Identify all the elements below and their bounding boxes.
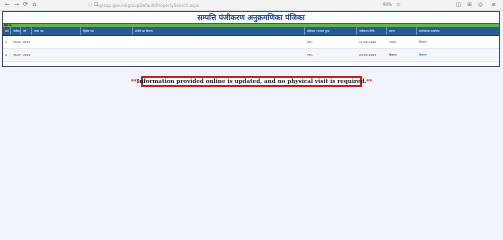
row-sno: 2 — [5, 53, 7, 57]
header-reg-no: पंजीकरण सं. — [13, 27, 21, 35]
shield-icon: ◌ — [88, 2, 93, 8]
menu-icon[interactable]: ≡ — [490, 1, 497, 9]
header-consideration: प्रतिफल / बाजार मूल्य — [305, 27, 357, 35]
row-first-party — [32, 49, 81, 61]
row-second-party — [81, 36, 133, 48]
header-year: वर्ष — [21, 27, 32, 35]
row-consideration: 25/- — [307, 40, 313, 44]
extensions-icon[interactable]: ⊞ — [466, 1, 473, 9]
header-office: उपनिबंधक कार्यालय — [419, 29, 440, 33]
table-header: क्रम पंजीकरण सं. वर्ष प्रथम पक्ष द्वितीय… — [3, 27, 499, 36]
address-bar[interactable]: ◌ ⊡ igrsup.gov.in/igrsupDefault/Property… — [88, 2, 380, 9]
row-stamp: 100/- — [389, 40, 397, 44]
report-title: सम्पत्ति पंजीकरण अनुक्रमणिका पंजिका — [3, 12, 499, 23]
row-property — [133, 36, 305, 48]
home-icon[interactable]: ⌂ — [30, 0, 39, 10]
forward-arrow-icon[interactable]: → — [12, 0, 21, 10]
row-first-party — [32, 36, 81, 48]
row-second-party — [81, 49, 133, 61]
row-year: 2021 — [23, 53, 31, 57]
row-sno: 1 — [5, 40, 7, 44]
table-row: 2 3647 2021 75/- 24-03-2021 विवरण विवरण — [3, 49, 499, 62]
row-consideration: 75/- — [307, 53, 313, 57]
info-notice: ** Information provided online is update… — [131, 76, 372, 87]
notice-suffix: ** — [366, 78, 373, 85]
zoom-level[interactable]: 90% — [383, 2, 392, 7]
back-arrow-icon[interactable]: ← — [3, 0, 12, 10]
row-year: 2021 — [23, 40, 31, 44]
header-stamp: स्टाम्प — [387, 27, 417, 35]
header-first-party: प्रथम पक्ष — [32, 27, 81, 35]
url-text: igrsup.gov.in/igrsupDefault/PropertySear… — [98, 3, 200, 8]
row-office-link[interactable]: विवरण — [417, 49, 499, 61]
table-row: 1 2524 2021 25/- 11-02-2021 100/- विवरण — [3, 36, 499, 49]
row-reg-no: 3647 — [13, 53, 21, 57]
header-date: पंजीकरण तिथि — [357, 27, 387, 35]
row-reg-no: 2524 — [13, 40, 21, 44]
report-panel: सम्पत्ति पंजीकरण अनुक्रमणिका पंजिका क्रम… — [2, 11, 500, 67]
bookmark-star-icon[interactable]: ☆ — [395, 1, 402, 9]
row-date: 24-03-2021 — [359, 53, 377, 57]
reload-icon[interactable]: ⟳ — [21, 0, 30, 10]
header-second-party: द्वितीय पक्ष — [81, 27, 133, 35]
notice-text: Information provided online is updated, … — [136, 78, 367, 85]
account-icon[interactable]: ◎ — [477, 1, 484, 9]
header-sno: क्रम — [3, 27, 11, 35]
row-stamp: विवरण — [389, 53, 397, 57]
row-office-link[interactable]: विवरण — [417, 36, 499, 48]
header-property: संपत्ति का विवरण — [133, 27, 305, 35]
row-property — [133, 49, 305, 61]
pocket-icon[interactable]: ◫ — [455, 1, 462, 9]
browser-toolbar: ← → ⟳ ⌂ ◌ ⊡ igrsup.gov.in/igrsupDefault/… — [0, 0, 503, 11]
lock-icon: ⊡ — [94, 2, 99, 8]
row-date: 11-02-2021 — [359, 40, 377, 44]
